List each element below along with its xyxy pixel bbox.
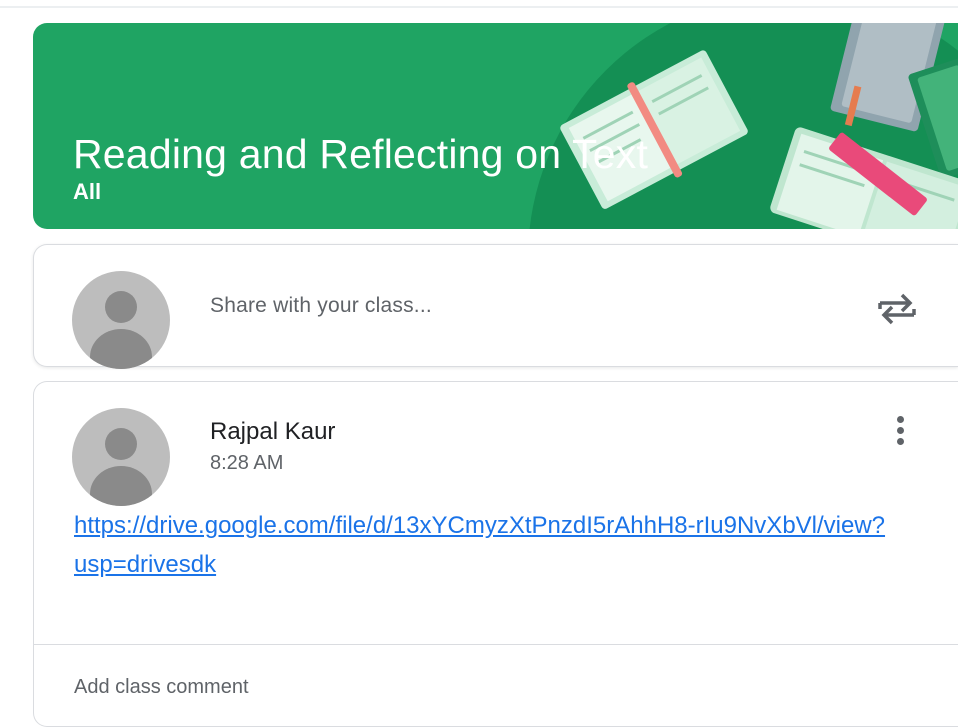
top-divider xyxy=(0,6,958,8)
reading-illustration-icon xyxy=(529,23,958,229)
more-vert-icon[interactable] xyxy=(888,416,912,452)
avatar-body xyxy=(90,329,152,369)
class-banner[interactable]: Reading and Reflecting on Text All xyxy=(33,23,958,229)
author-avatar xyxy=(72,408,170,506)
announcement-card: Rajpal Kaur 8:28 AM https://drive.google… xyxy=(33,381,958,727)
avatar xyxy=(72,271,170,369)
comment-divider xyxy=(34,644,958,645)
share-input[interactable]: Share with your class... xyxy=(210,294,432,318)
share-box[interactable]: Share with your class... xyxy=(33,244,958,369)
class-comment-input[interactable]: Add class comment xyxy=(74,676,249,699)
class-section-label: All xyxy=(73,179,102,204)
author-name: Rajpal Kaur xyxy=(210,418,336,445)
drive-link[interactable]: https://drive.google.com/file/d/13xYCmyz… xyxy=(74,506,894,584)
avatar-head xyxy=(105,291,137,323)
class-title[interactable]: Reading and Reflecting on Text xyxy=(73,131,648,178)
avatar-body xyxy=(90,466,152,506)
repost-swap-icon[interactable] xyxy=(876,291,918,327)
post-time: 8:28 AM xyxy=(210,452,284,474)
avatar-head xyxy=(105,428,137,460)
